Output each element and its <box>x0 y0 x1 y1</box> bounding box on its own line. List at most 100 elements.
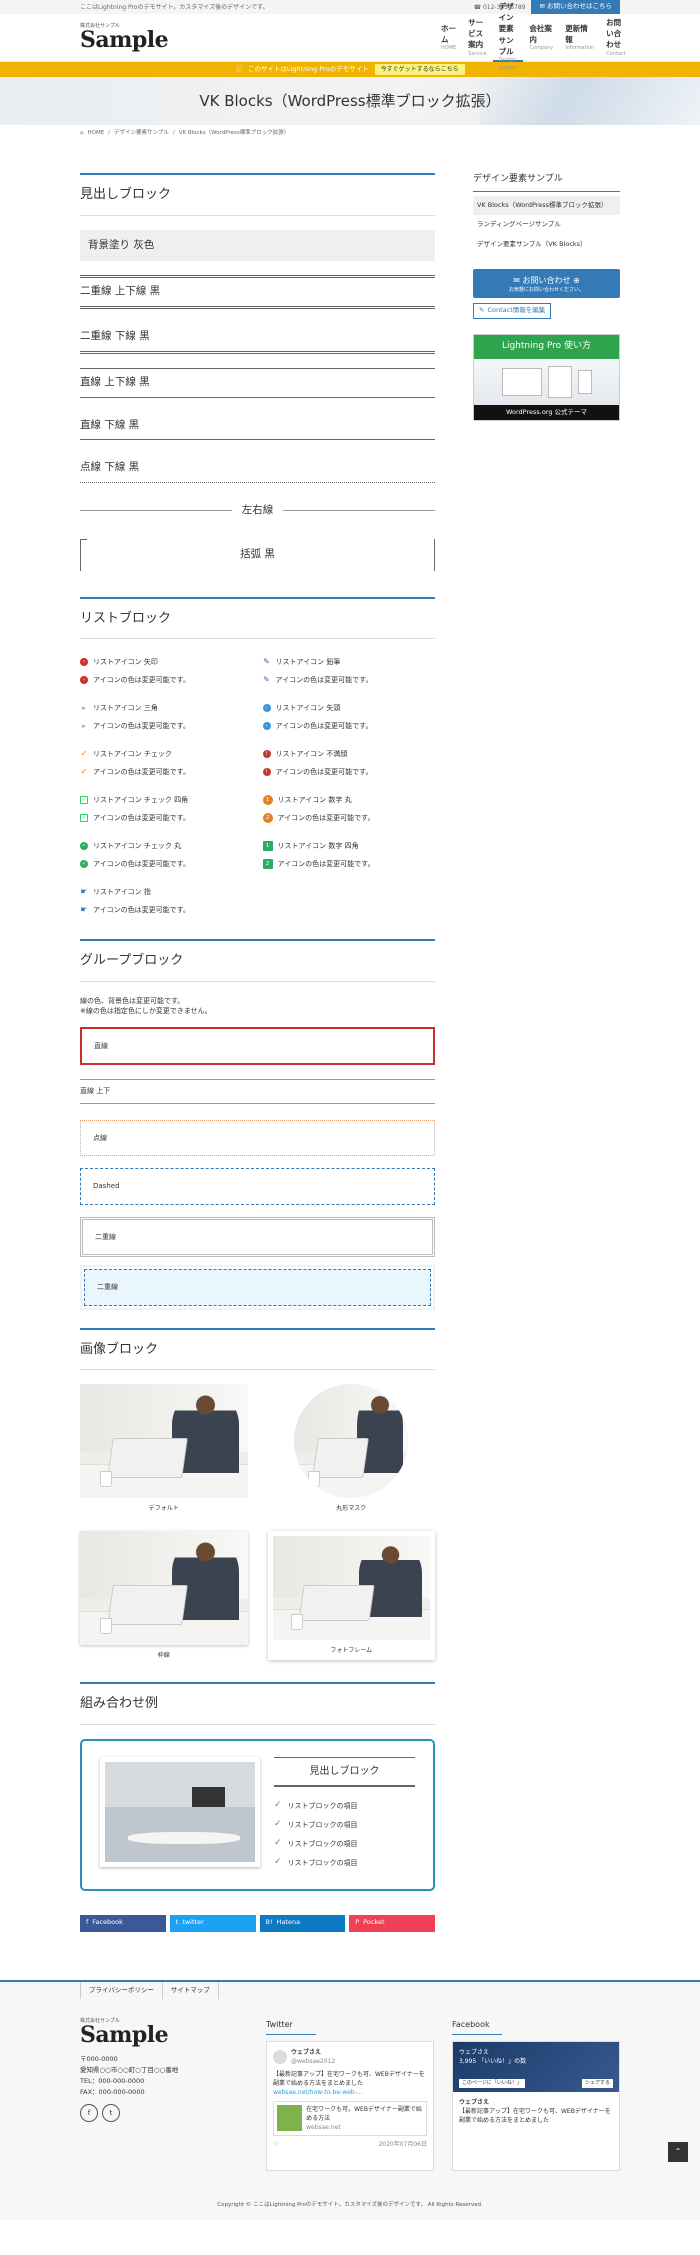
footer-logo[interactable]: 株式会社サンプル Sample <box>80 2019 248 2047</box>
share-hatena-button[interactable]: B! Hatena <box>259 1914 346 1932</box>
heading-sample-left-right: 左右線 <box>80 497 435 525</box>
nav-contact[interactable]: お問い合わせ Contact <box>600 14 631 62</box>
list-check-circle: ✓ リストアイコン チェック 丸 ✓ アイコンの色は変更可能です。 <box>80 837 253 873</box>
breadcrumb-home[interactable]: HOME <box>88 129 105 137</box>
header-contact-button[interactable]: ✉ お問い合わせはこちら <box>531 0 620 14</box>
list-item-text: リストブロックの項目 <box>287 1858 358 1867</box>
page-title: VK Blocks（WordPress標準ブロック拡張） <box>199 91 501 110</box>
check-circle-icon: ✓ <box>80 842 88 850</box>
nav-home[interactable]: ホーム HOME <box>435 14 462 62</box>
list-check: ✓ リストアイコン チェック ✓ アイコンの色は変更可能です。 <box>80 745 253 781</box>
share-facebook-button[interactable]: f Facebook <box>80 1914 166 1932</box>
sidebar-link-design-sample[interactable]: デザイン要素サンプル（VK Blocks） <box>473 235 620 255</box>
fb-page-name: ウェブさえ <box>459 2049 490 2057</box>
edit-label: Contact情報を編集 <box>487 306 546 315</box>
address-line: 〒000-0000 <box>80 2055 118 2064</box>
check-square-icon: ✓ <box>80 796 88 804</box>
list-item: リストアイコン 数字 四角 <box>277 841 359 850</box>
twitter-icon[interactable]: t <box>102 2104 120 2123</box>
edit-icon: ✎ <box>479 306 485 315</box>
list-item: アイコンの色は変更可能です。 <box>277 859 375 868</box>
share-twitter-button[interactable]: t twitter <box>169 1914 256 1932</box>
image-default: デフォルト <box>80 1384 248 1513</box>
fb-like-button[interactable]: このページに「いいね！」 <box>459 2078 525 2089</box>
pocket-icon: P <box>355 1918 360 1927</box>
address-line: TEL：000-000-0000 <box>80 2077 145 2086</box>
check-icon: ✓ <box>80 767 88 776</box>
frown-icon: ! <box>262 768 271 776</box>
banner-footer: WordPress.org 公式テーマ <box>474 404 619 421</box>
office-photo <box>294 1384 409 1498</box>
global-nav: ホーム HOME サービス案内 Service デザイン要素サンプル Design S… <box>435 2 632 71</box>
nav-sublabel: HOME <box>441 45 457 51</box>
sidebar-contact-button[interactable]: ✉ お問い合わせ ⊕ お気軽にお問い合わせください。 <box>473 268 620 299</box>
combo-heading: 見出しブロック <box>274 1756 415 1787</box>
edit-contact-button[interactable]: ✎ Contact情報を編集 <box>473 303 552 319</box>
intro-line: 線の色、背景色は変更可能です。 <box>80 996 185 1005</box>
nav-design-sample[interactable]: デザイン要素サンプル Design Sample <box>492 2 524 71</box>
site-tagline: ここはLightning Proのデモサイト。カスタマイズ後のデザインです。 <box>80 3 269 11</box>
fb-share-button[interactable]: シェアする <box>581 2078 613 2089</box>
list-item: リストアイコン 数字 丸 <box>277 795 352 804</box>
number-square-icon: 2 <box>262 859 273 869</box>
nav-information[interactable]: 更新情報 Information <box>559 14 600 62</box>
nav-label: 更新情報 <box>565 23 588 44</box>
nav-label: 会社案内 <box>529 23 552 44</box>
facebook-icon[interactable]: f <box>80 2104 98 2123</box>
tweet-card-image <box>277 2105 303 2132</box>
image-photo-frame: フォトフレーム <box>267 1531 435 1660</box>
triangle-icon: ▸ <box>82 721 86 730</box>
tweet-card-site: websae.net <box>306 2124 341 2132</box>
site-logo[interactable]: 株式会社サンプル Sample <box>80 24 435 52</box>
address-line: 愛知県○○市○○町○丁目○○番地 <box>80 2066 179 2075</box>
list-frown: ! リストアイコン 不満顔 ! アイコンの色は変更可能です。 <box>262 745 436 781</box>
page-header: VK Blocks（WordPress標準ブロック拡張） <box>0 77 700 125</box>
widget-title: Facebook <box>452 2019 502 2036</box>
image-caption: 丸形マスク <box>336 1505 367 1512</box>
theme-screenshot <box>474 358 619 405</box>
list-item: アイコンの色は変更可能です。 <box>275 721 373 730</box>
sidebar-link-vk-blocks[interactable]: VK Blocks（WordPress標準ブロック拡張） <box>473 195 620 216</box>
footer-twitter: Twitter ウェブさえ @websae2012 【最新記事アップ】在宅ワークも… <box>266 2019 434 2172</box>
list-item-text: リストブロックの項目 <box>287 1801 358 1810</box>
heading-sample-solid-tb: 直線 上下線 黒 <box>80 367 435 398</box>
tweet-text: 【最新記事アップ】在宅ワークも可、WEBデザイナーを副業で始める方法をまとめまし… <box>273 2071 425 2088</box>
breadcrumb-parent[interactable]: デザイン要素サンプル <box>114 129 169 137</box>
section-title: グループブロック <box>80 951 435 982</box>
share-buttons: f Facebook t twitter B! Hatena P Pocket <box>80 1914 435 1932</box>
group-dashed: Dashed <box>80 1168 435 1205</box>
sidebar-link-landing[interactable]: ランディングページサンプル <box>473 215 620 235</box>
arrowhead-icon: › <box>262 704 271 712</box>
list-item: アイコンの色は変更可能です。 <box>275 675 373 684</box>
breadcrumb-separator: / <box>172 129 175 136</box>
facebook-page-plugin[interactable]: ウェブさえ 3,995 「いいね！」の数 このページに「いいね！」 シェアする … <box>452 2041 620 2172</box>
group-intro: 線の色、背景色は変更可能です。 ※線の色は指定色にしか変更できません。 <box>80 996 435 1017</box>
section-title: 見出しブロック <box>80 185 435 216</box>
combo-list-item: ✓ リストブロックの項目 <box>274 1854 415 1873</box>
nav-service[interactable]: サービス案内 Service <box>462 14 492 62</box>
share-pocket-button[interactable]: P Pocket <box>349 1914 435 1932</box>
heart-icon[interactable]: ♡ <box>273 2140 278 2149</box>
arrowhead-icon: › <box>262 722 271 730</box>
nav-company[interactable]: 会社案内 Company <box>523 14 559 62</box>
hand-point-icon: ☛ <box>80 887 88 896</box>
footer-link-sitemap[interactable]: サイトマップ <box>161 1981 219 2000</box>
list-number-circle: 1 リストアイコン 数字 丸 2 アイコンの色は変更可能です。 <box>262 791 436 827</box>
facebook-icon: f <box>86 1918 89 1927</box>
site-header: 株式会社サンプル Sample ホーム HOME サービス案内 Service デザ… <box>0 2 700 71</box>
top-bar: ここはLightning Proのデモサイト。カスタマイズ後のデザインです。 ☎… <box>0 0 700 14</box>
tweet-link[interactable]: websae.net/how-to-be-web-... <box>273 2088 427 2097</box>
notice-text: このサイトはLightning Proのデモサイト <box>247 64 369 73</box>
hand-point-icon: ☛ <box>80 905 88 914</box>
twitter-timeline[interactable]: ウェブさえ @websae2012 【最新記事アップ】在宅ワークも可、WEBデザイ… <box>266 2041 434 2172</box>
scroll-to-top-button[interactable]: ⌃ <box>668 2141 688 2162</box>
notice-button[interactable]: 今すぐゲットするならこちら <box>374 64 465 75</box>
footer-link-privacy[interactable]: プライバシーポリシー <box>80 1981 162 2000</box>
list-item: リストアイコン チェック 丸 <box>93 841 182 850</box>
lightning-pro-banner[interactable]: Lightning Pro 使い方 WordPress.org 公式テーマ <box>473 334 620 422</box>
combo-list-item: ✓ リストブロックの項目 <box>274 1816 415 1835</box>
nav-sublabel: Service <box>468 50 487 57</box>
group-block-section: グループブロック 線の色、背景色は変更可能です。 ※線の色は指定色にしか変更できま… <box>80 939 435 1310</box>
heading-sample-bg-gray: 背景塗り 灰色 <box>80 229 435 262</box>
group-double-fill: 二重線 <box>80 1265 435 1310</box>
